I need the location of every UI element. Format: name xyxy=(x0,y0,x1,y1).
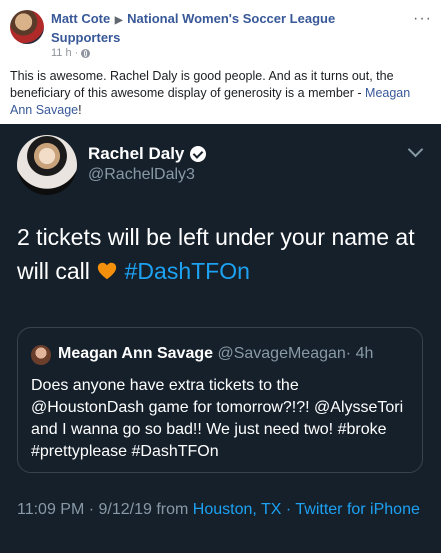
post-header: Matt Cote ▶ National Women's Soccer Leag… xyxy=(51,10,391,46)
play-arrow-icon: ▶ xyxy=(114,15,123,26)
poster-avatar[interactable] xyxy=(10,10,44,44)
tweet-timestamp: 11:09 PM · 9/12/19 from xyxy=(17,501,189,518)
post-text-2: ! xyxy=(78,103,82,117)
quoted-text: Does anyone have extra tickets to the @H… xyxy=(31,377,404,460)
tweet-author-avatar xyxy=(17,135,77,195)
post-time[interactable]: 11 h xyxy=(51,47,72,59)
tweet-hashtag: #DashTFOn xyxy=(124,258,250,284)
more-dots-icon[interactable]: ··· xyxy=(413,10,432,28)
quoted-header: Meagan Ann Savage @SavageMeagan· 4h xyxy=(58,345,373,363)
tweet-author-name: Rachel Daly xyxy=(88,144,185,163)
tweet-text: 2 tickets will be left under your name a… xyxy=(17,220,427,288)
poster-name-link[interactable]: Matt Cote xyxy=(51,11,110,26)
globe-icon xyxy=(81,48,91,58)
separator-dot: · xyxy=(74,47,79,59)
tweet-author-name-row: Rachel Daly xyxy=(88,144,207,164)
post-text-1: This is awesome. Rachel Daly is good peo… xyxy=(10,69,394,100)
tweet-location: Houston, TX xyxy=(192,501,282,518)
tweet-footer: 11:09 PM · 9/12/19 from Houston, TX · Tw… xyxy=(17,498,427,522)
facebook-post: Matt Cote ▶ National Women's Soccer Leag… xyxy=(0,0,441,124)
post-meta: 11 h · xyxy=(51,47,91,59)
quoted-time: · 4h xyxy=(345,345,374,362)
quoted-author-handle: @SavageMeagan xyxy=(217,345,346,362)
orange-heart-emoji-icon xyxy=(98,262,117,280)
tweet-source: · Twitter for iPhone xyxy=(285,501,420,518)
tweet-author-handle: @RachelDaly3 xyxy=(88,166,195,183)
chevron-down-icon xyxy=(407,141,424,158)
post-body: This is awesome. Rachel Daly is good peo… xyxy=(10,68,435,119)
quoted-tweet: Meagan Ann Savage @SavageMeagan· 4h Does… xyxy=(17,327,423,473)
quoted-author-avatar xyxy=(31,345,51,365)
verified-badge-icon xyxy=(190,146,207,162)
tweet-screenshot: Rachel Daly @RachelDaly3 2 tickets will … xyxy=(0,124,441,553)
quoted-author-name: Meagan Ann Savage xyxy=(58,345,214,362)
